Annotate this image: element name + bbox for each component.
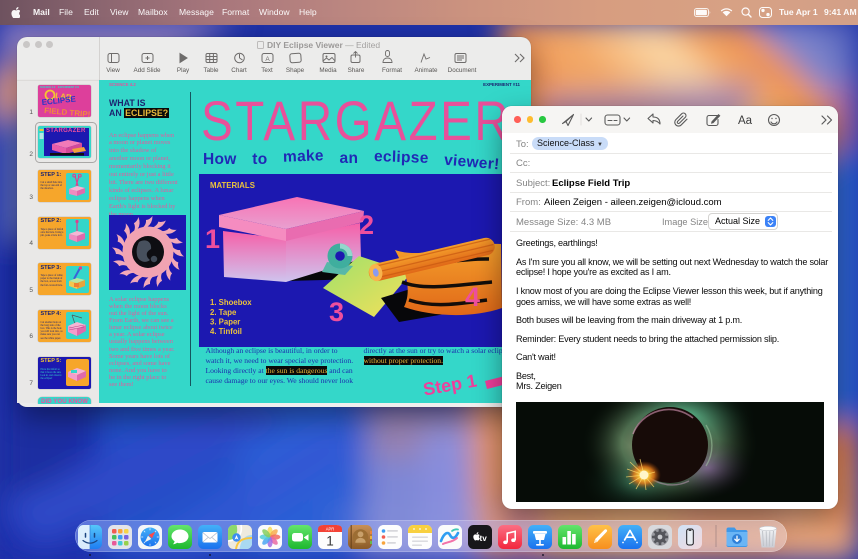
svg-text:Shape: Shape xyxy=(286,67,305,74)
svg-text:1: 1 xyxy=(326,534,334,549)
svg-text:3: 3 xyxy=(329,297,344,327)
svg-text:Animate: Animate xyxy=(414,67,438,74)
svg-text:Share: Share xyxy=(348,67,365,74)
svg-text:Text: Text xyxy=(261,67,273,74)
svg-text:4. Tinfoil: 4. Tinfoil xyxy=(210,327,242,336)
svg-text:Add Slide: Add Slide xyxy=(134,67,161,74)
svg-text:1. Shoebox: 1. Shoebox xyxy=(210,298,252,307)
svg-text:A: A xyxy=(265,56,270,63)
svg-text:tv: tv xyxy=(480,534,488,543)
svg-text:View: View xyxy=(106,67,120,74)
svg-text:2. Tape: 2. Tape xyxy=(210,308,237,317)
svg-text:4: 4 xyxy=(465,282,480,312)
svg-text:Play: Play xyxy=(177,67,190,74)
svg-text:3. Paper: 3. Paper xyxy=(210,318,240,327)
svg-text:Chart: Chart xyxy=(231,67,247,74)
svg-text:1: 1 xyxy=(205,224,220,254)
svg-text:2: 2 xyxy=(359,210,374,240)
svg-text:MATERIALS: MATERIALS xyxy=(210,181,255,190)
svg-text:Table: Table xyxy=(203,67,219,74)
svg-text:FIELD TRIP!: FIELD TRIP! xyxy=(44,106,91,117)
svg-text:Aa: Aa xyxy=(738,115,753,127)
svg-text:Document: Document xyxy=(448,67,477,74)
svg-text:Format: Format xyxy=(382,67,402,74)
svg-text:Media: Media xyxy=(319,67,337,74)
svg-text:APR: APR xyxy=(326,527,335,532)
